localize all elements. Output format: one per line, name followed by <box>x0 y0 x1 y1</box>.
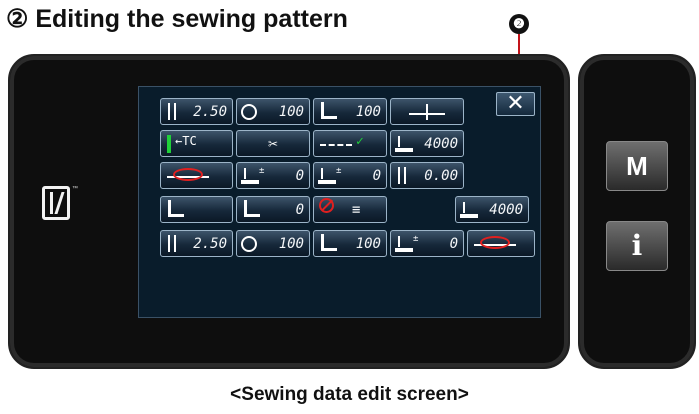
start-bartack-button[interactable] <box>160 162 233 189</box>
presser-foot-pressure-value: 100 <box>355 104 381 120</box>
sub-feed-adjust-icon: ± <box>395 234 418 253</box>
figure-caption: <Sewing data edit screen> <box>230 384 469 405</box>
sub-counter-icon <box>460 200 478 219</box>
mode-m-button[interactable]: M <box>606 141 668 191</box>
sub-feed-adjust-value: 0 <box>449 236 458 252</box>
feed-adjust-a-icon: ± <box>241 166 264 185</box>
tension-off-menu-button[interactable]: ≡ <box>313 196 387 223</box>
alternating-height-button[interactable] <box>160 196 233 223</box>
feed-adjust-b-icon: ± <box>318 166 341 185</box>
start-bartack-icon <box>173 168 203 181</box>
stitch-pattern-button[interactable]: ✓ <box>313 130 387 157</box>
section-heading: ② Editing the sewing pattern <box>6 5 348 33</box>
sub-stitch-pitch-value: 2.50 <box>193 236 227 252</box>
side-panel-bezel <box>578 54 696 369</box>
feed-adjust-a-value: 0 <box>295 168 304 184</box>
sub-counter-button[interactable]: 4000 <box>455 196 529 223</box>
alternating-vertical-button[interactable]: 0 <box>236 196 310 223</box>
thread-trimmer-icon: ✂ <box>268 134 278 153</box>
stitch-counter-icon <box>395 134 413 153</box>
stitch-pitch-adjust-value: 0.00 <box>424 168 458 184</box>
stitch-pattern-icon <box>320 144 352 146</box>
stitch-pitch-adjust-icon <box>395 166 413 185</box>
stitch-pitch-adjust-button[interactable]: 0.00 <box>390 162 464 189</box>
needle-stitch-icon <box>409 102 445 121</box>
sub-presser-pressure-button[interactable]: 100 <box>313 230 387 257</box>
thread-tension-button[interactable]: 100 <box>236 98 310 125</box>
sub-thread-tension-button[interactable]: 100 <box>236 230 310 257</box>
stitch-counter-value: 4000 <box>424 136 458 152</box>
thread-tension-value: 100 <box>278 104 304 120</box>
tension-off-icon <box>319 198 334 213</box>
stitch-pitch-icon <box>165 102 183 121</box>
feed-adjust-b-button[interactable]: ± 0 <box>313 162 387 189</box>
sub-stitch-pitch-icon <box>165 234 183 253</box>
callout-number-badge: ❷ <box>509 14 529 34</box>
sub-feed-adjust-button[interactable]: ± 0 <box>390 230 464 257</box>
alternating-vertical-value: 0 <box>295 202 304 218</box>
information-button[interactable]: i <box>606 221 668 271</box>
feed-adjust-b-value: 0 <box>372 168 381 184</box>
menu-lines-icon: ≡ <box>352 202 361 218</box>
sub-bartack-icon <box>480 236 510 249</box>
alternating-vertical-icon <box>241 200 260 219</box>
sub-stitch-pitch-button[interactable]: 2.50 <box>160 230 233 257</box>
close-button[interactable]: ✕ <box>496 92 535 116</box>
alternating-height-icon <box>165 200 184 219</box>
sub-presser-pressure-value: 100 <box>355 236 381 252</box>
thread-clamp-button[interactable]: ←TC <box>160 130 233 157</box>
stitch-counter-button[interactable]: 4000 <box>390 130 464 157</box>
presser-foot-pressure-button[interactable]: 100 <box>313 98 387 125</box>
stitch-pitch-value: 2.50 <box>193 104 227 120</box>
needle-stitch-button[interactable] <box>390 98 464 125</box>
check-icon: ✓ <box>356 134 364 149</box>
thread-tension-icon <box>241 104 257 120</box>
thread-clamp-tc-icon <box>167 135 171 153</box>
feed-adjust-a-button[interactable]: ± 0 <box>236 162 310 189</box>
thread-clamp-label: ←TC <box>175 134 197 148</box>
presser-foot-pressure-icon <box>318 102 337 121</box>
sub-counter-value: 4000 <box>489 202 523 218</box>
nfc-icon <box>42 186 70 220</box>
stitch-pitch-button[interactable]: 2.50 <box>160 98 233 125</box>
sub-thread-tension-icon <box>241 236 257 252</box>
sub-thread-tension-value: 100 <box>278 236 304 252</box>
sub-bartack-button[interactable] <box>467 230 535 257</box>
nfc-trademark: ™ <box>72 186 78 192</box>
thread-trimmer-button[interactable]: ✂ <box>236 130 310 157</box>
sub-presser-pressure-icon <box>318 234 337 253</box>
